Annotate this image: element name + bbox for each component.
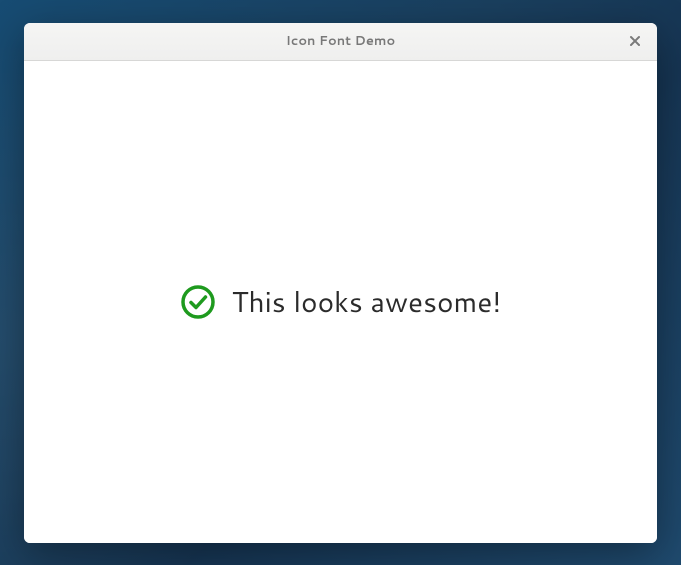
status-row: This looks awesome! (180, 282, 501, 322)
status-message: This looks awesome! (232, 282, 501, 322)
close-button[interactable] (621, 23, 649, 60)
app-window: Icon Font Demo This looks awesome! (24, 23, 657, 543)
window-title: Icon Font Demo (286, 32, 395, 50)
titlebar[interactable]: Icon Font Demo (24, 23, 657, 61)
close-icon (629, 35, 641, 47)
content-area: This looks awesome! (24, 61, 657, 543)
check-circle-icon (180, 284, 216, 320)
